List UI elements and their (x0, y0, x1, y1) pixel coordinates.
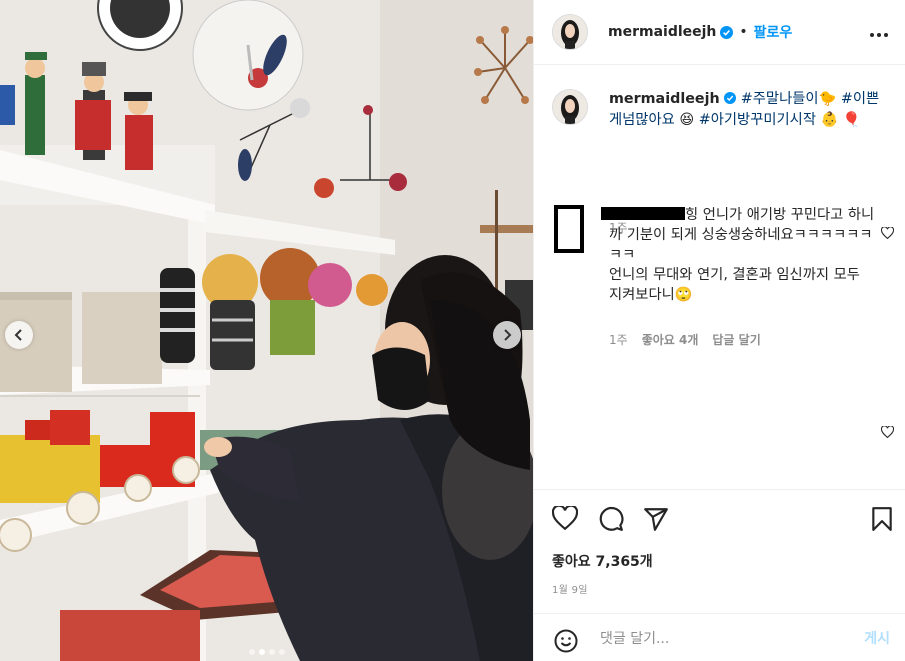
caption-avatar[interactable] (552, 89, 588, 125)
share-send-icon[interactable] (643, 506, 669, 536)
baby-emoji: 👶 (820, 112, 839, 128)
post-header: mermaidleejh • 팔로우 (534, 0, 905, 65)
laughing-emoji: 😆 (679, 112, 695, 128)
chick-emoji: 🐤 (818, 91, 837, 107)
add-comment-bar: 게시 (534, 613, 905, 661)
avatar-image (553, 90, 587, 124)
verified-badge-icon (724, 90, 737, 110)
comments-area[interactable]: mermaidleejh #주말나들이🐤 #이쁜게넘많아요 😆 #아기방꾸미기시… (534, 65, 905, 489)
post-actions: 좋아요 7,365개 1월 9일 (534, 489, 905, 614)
save-bookmark-icon[interactable] (870, 506, 894, 536)
carousel-indicator (0, 649, 533, 655)
comment-meta: 1주 좋아요 4개 답글 달기 (609, 331, 775, 348)
comment-text: 힝 언니가 애기방 꾸민다고 하니까 기분이 되게 싱숭생숭하네요ㅋㅋㅋㅋㅋㅋㅋ… (601, 205, 875, 305)
photo-illustration (0, 0, 533, 661)
balloon-emoji: 🎈 (842, 112, 861, 128)
next-photo-button[interactable] (493, 321, 521, 349)
carousel-dot (268, 649, 275, 655)
post-photo[interactable] (0, 0, 533, 661)
more-options-icon[interactable] (869, 23, 889, 42)
follow-button[interactable]: 팔로우 (754, 22, 793, 42)
chevron-left-icon (14, 329, 22, 341)
like-heart-icon[interactable] (551, 504, 579, 534)
action-icons (551, 504, 894, 536)
like-caption-heart-icon[interactable] (880, 423, 895, 442)
like-comment-heart-icon[interactable] (880, 224, 895, 243)
reply-button[interactable]: 답글 달기 (712, 331, 760, 348)
hashtag-link[interactable]: #아기방꾸미기시작 (699, 112, 816, 128)
redacted-username (601, 207, 685, 220)
comment-input[interactable] (598, 627, 842, 651)
separator-dot: • (739, 24, 748, 40)
like-count[interactable]: 좋아요 7,365개 (552, 551, 653, 571)
post-side-panel: mermaidleejh • 팔로우 mermaidleejh #주말나들이🐤 … (533, 0, 905, 661)
carousel-dot (248, 649, 255, 655)
caption-username[interactable]: mermaidleejh (609, 91, 720, 107)
comment-bubble-icon[interactable] (598, 506, 624, 536)
comment-likes[interactable]: 좋아요 4개 (642, 331, 699, 348)
avatar-image (553, 15, 587, 49)
previous-photo-button[interactable] (5, 321, 33, 349)
chevron-right-icon (504, 329, 512, 341)
redacted-avatar (554, 205, 584, 253)
carousel-dot-active (258, 649, 265, 655)
hashtag-link[interactable]: #주말나들이 (741, 91, 819, 107)
carousel-dot (278, 649, 285, 655)
post-comment-button[interactable]: 게시 (864, 628, 890, 648)
author-avatar[interactable] (552, 14, 588, 50)
post-date[interactable]: 1월 9일 (552, 581, 588, 596)
caption-text: mermaidleejh #주말나들이🐤 #이쁜게넘많아요 😆 #아기방꾸미기시… (609, 89, 891, 130)
author-username[interactable]: mermaidleejh (608, 24, 716, 40)
comment-name-suffix: 힝 (685, 207, 699, 223)
comment-body-2: 언니의 무대와 연기, 결혼과 임신까지 모두 지켜보다니🙄 (609, 267, 860, 303)
verified-badge-icon (720, 25, 734, 39)
emoji-icon[interactable] (554, 629, 578, 657)
comment-time[interactable]: 1주 (609, 331, 628, 348)
